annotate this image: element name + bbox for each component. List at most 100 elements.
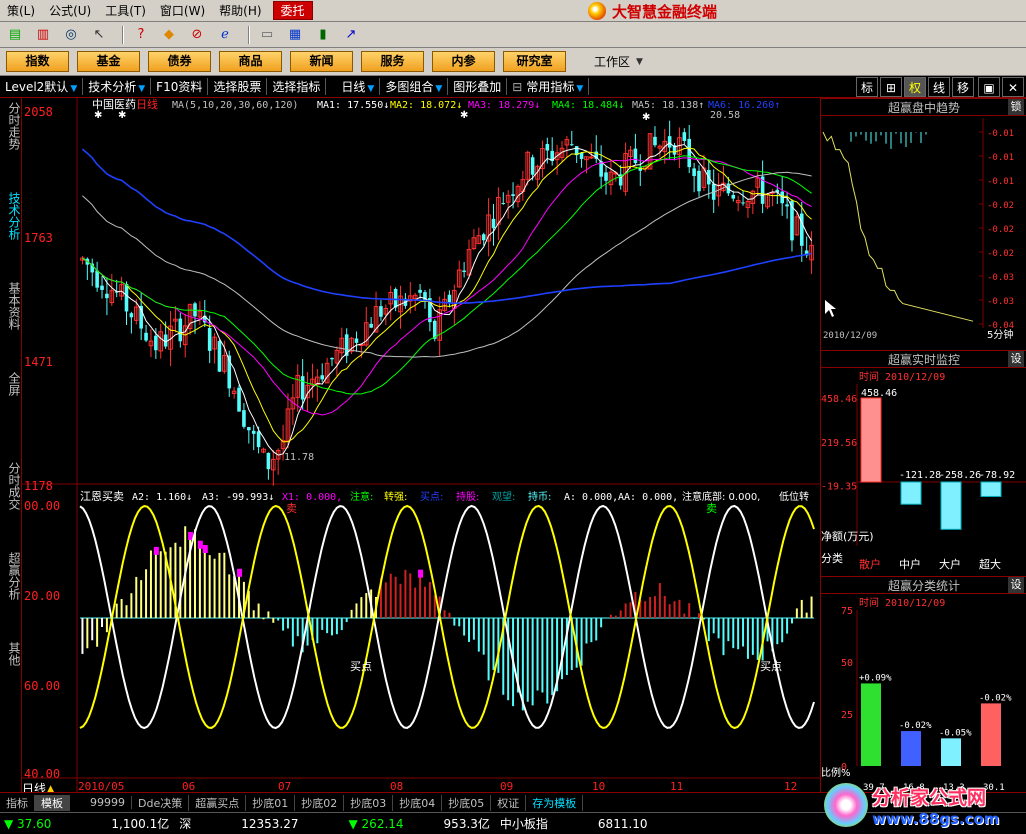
- cat-insider-button[interactable]: 内参: [432, 51, 495, 72]
- toolbar-divider: [248, 25, 250, 44]
- nav-trades[interactable]: 分时成交: [2, 462, 21, 510]
- flag-icon[interactable]: ▤: [4, 25, 26, 45]
- btab-bottom05[interactable]: 抄底05: [442, 794, 492, 811]
- crosshair-icon[interactable]: ⊞: [880, 77, 902, 97]
- trend-tick-label: -0.01: [987, 129, 1014, 139]
- ind-buy-point: 买点:: [420, 491, 443, 503]
- nav-fullscreen[interactable]: 全屏: [2, 372, 21, 396]
- trend-title: 超赢盘中趋势: [821, 98, 1026, 116]
- chevron-down-icon[interactable]: ▼: [636, 57, 643, 67]
- binoculars-icon[interactable]: ◎: [60, 25, 82, 45]
- candle-body: [491, 218, 496, 229]
- indicator-tick: 20.00: [24, 589, 60, 603]
- nav-fundamentals[interactable]: 基本资料: [2, 282, 21, 330]
- monitor-chart: 时间 2010/12/09 458.46 219.56 -19.35 458.46 -1…: [821, 370, 1026, 571]
- menu-trade[interactable]: 委托: [272, 1, 313, 20]
- btab-bottom01[interactable]: 抄底01: [246, 794, 296, 811]
- chart-icon[interactable]: ▥: [32, 25, 54, 45]
- status-turnover: 1,100.1亿: [111, 817, 170, 831]
- stats-settings-button[interactable]: 设: [1008, 577, 1024, 593]
- menu-tools[interactable]: 工具(T): [98, 2, 153, 19]
- brand-title: 大智慧金融终端: [612, 2, 718, 21]
- indicator-name: 江恩买卖: [80, 490, 124, 503]
- btab-bottom02[interactable]: 抄底02: [295, 794, 345, 811]
- cat-fund-button[interactable]: 基金: [77, 51, 140, 72]
- help-cursor-icon[interactable]: ↗: [340, 25, 362, 45]
- nav-other[interactable]: 其他: [2, 642, 21, 666]
- cat-commodity-button[interactable]: 商品: [219, 51, 282, 72]
- window-icon[interactable]: ▭: [256, 25, 278, 45]
- nav-intraday[interactable]: 分时走势: [2, 102, 21, 150]
- trend-tick-label: -0.01: [987, 177, 1014, 187]
- btab-template[interactable]: 模板: [35, 794, 70, 811]
- diamond-icon[interactable]: ◆: [158, 25, 180, 45]
- candle-body: [207, 327, 212, 351]
- status-sme-name: 中小板指: [499, 817, 548, 831]
- tab-overlay[interactable]: 图形叠加: [448, 78, 508, 95]
- cat-bond-button[interactable]: 债券: [148, 51, 211, 72]
- candle-body: [266, 452, 271, 470]
- cat-service-button[interactable]: 服务: [361, 51, 424, 72]
- nav-technical[interactable]: 技术分析: [2, 192, 21, 240]
- tab-level2[interactable]: Level2默认 ▼: [0, 78, 84, 95]
- chart-area[interactable]: ✱ ✱ ✱ ✱ 中国医药日线 MA(5,10,20,30,60,120) MA1: 1…: [22, 98, 820, 792]
- lock-button[interactable]: 锁: [1008, 99, 1024, 115]
- tab-common-indicator[interactable]: ⊟ 常用指标 ▼: [507, 78, 590, 95]
- window-icon[interactable]: ▣: [978, 77, 1000, 97]
- cursor-icon[interactable]: ↖: [88, 25, 110, 45]
- btab-warrant[interactable]: 权证: [491, 794, 527, 811]
- nav-chaoying[interactable]: 超赢分析: [2, 552, 21, 600]
- tab-move[interactable]: 移: [952, 77, 974, 97]
- monitor-settings-button[interactable]: 设: [1008, 351, 1024, 367]
- ind-attention: 注意:: [350, 490, 373, 503]
- trend-tick-label: -0.03: [987, 273, 1014, 283]
- tab-mark[interactable]: 标: [856, 77, 878, 97]
- tab-rights[interactable]: 权: [904, 77, 926, 97]
- books-icon[interactable]: ▮: [312, 25, 334, 45]
- toolbar-divider: [122, 25, 124, 44]
- e-icon[interactable]: ℯ: [214, 25, 236, 45]
- btab-bottom04[interactable]: 抄底04: [393, 794, 443, 811]
- menu-bar: 策(L) 公式(U) 工具(T) 窗口(W) 帮助(H) 委托 大智慧金融终端: [0, 0, 1026, 22]
- cat-news-button[interactable]: 新闻: [290, 51, 353, 72]
- btab-bottom03[interactable]: 抄底03: [344, 794, 394, 811]
- price-tick: 1178: [24, 479, 53, 493]
- monitor-cats-label: 分类: [821, 551, 843, 565]
- tab-line[interactable]: 线: [928, 77, 950, 97]
- status-sz-index: 12353.27: [241, 816, 299, 831]
- hold-marker: [197, 540, 203, 549]
- cat-research-button[interactable]: 研究室: [503, 51, 566, 72]
- workarea-label[interactable]: 工作区: [594, 53, 630, 70]
- cat-index-button[interactable]: 指数: [6, 51, 69, 72]
- info-icon[interactable]: ?: [130, 25, 152, 45]
- tab-f10[interactable]: F10资料: [151, 78, 209, 95]
- btab-dde[interactable]: Dde决策: [132, 794, 190, 811]
- ma3-value: MA3: 18.279↓: [468, 100, 540, 111]
- btab-99999[interactable]: 99999: [84, 796, 132, 809]
- chart-title: 中国医药日线: [92, 98, 158, 111]
- lock-icon: ⊟: [512, 80, 523, 94]
- close-icon[interactable]: ✕: [1002, 77, 1024, 97]
- menu-help[interactable]: 帮助(H): [212, 2, 268, 19]
- cat-medium: 中户: [899, 557, 921, 571]
- tab-technical[interactable]: 技术分析 ▼: [83, 78, 152, 95]
- menu-formula[interactable]: 公式(U): [42, 2, 98, 19]
- tab-daily[interactable]: 日线 ▼: [336, 78, 381, 95]
- layout-icon[interactable]: ▦: [284, 25, 306, 45]
- candle-body: [530, 157, 535, 175]
- tab-select-indicator[interactable]: 选择指标: [267, 78, 327, 95]
- status-sme-index: 6811.10: [597, 816, 648, 831]
- tab-select-stock[interactable]: 选择股票: [208, 78, 268, 95]
- hold-marker: [153, 546, 159, 555]
- tab-multi-chart[interactable]: 多图组合 ▼: [380, 78, 449, 95]
- candle-body: [481, 234, 486, 241]
- btab-chaoying-buy[interactable]: 超赢买点: [189, 794, 247, 811]
- candle-body: [256, 431, 261, 448]
- btab-save-template[interactable]: 存为模板: [526, 794, 584, 811]
- no-icon[interactable]: ⊘: [186, 25, 208, 45]
- btab-indicator[interactable]: 指标: [0, 794, 35, 811]
- ma5-value: MA5: 18.138↑: [632, 100, 704, 111]
- kline-chart[interactable]: ✱ ✱ ✱ ✱ 中国医药日线 MA(5,10,20,30,60,120) MA1: 1…: [22, 98, 820, 792]
- menu-window[interactable]: 窗口(W): [153, 2, 212, 19]
- menu-strategy[interactable]: 策(L): [0, 2, 42, 19]
